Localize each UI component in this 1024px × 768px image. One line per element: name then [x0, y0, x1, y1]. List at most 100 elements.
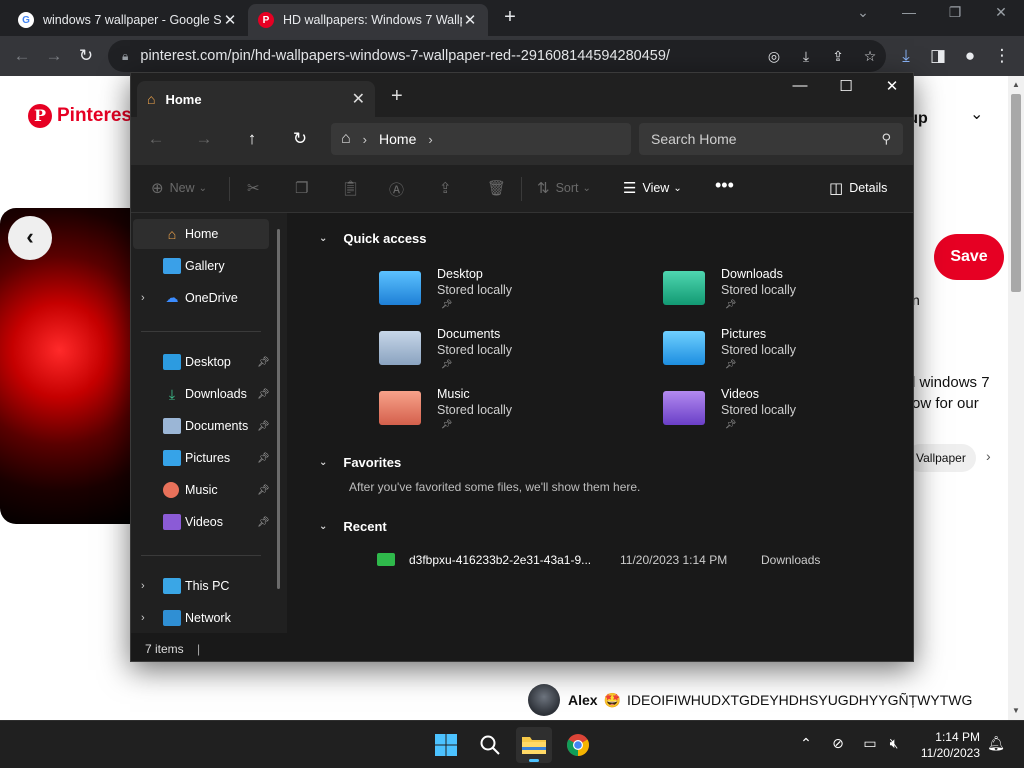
- up-icon[interactable]: ↑: [239, 129, 265, 149]
- new-tab-button[interactable]: +: [391, 85, 403, 108]
- explorer-tab-home[interactable]: ⌂ Home ✕: [137, 81, 375, 117]
- search-icon[interactable]: ⚲: [881, 131, 891, 147]
- tag-chip[interactable]: Vallpaper: [906, 444, 976, 472]
- quick-access-header[interactable]: ⌄ Quick access: [319, 231, 427, 246]
- volume-muted-icon[interactable]: 🔇︎: [884, 735, 904, 752]
- page-scrollbar[interactable]: ▲ ▼: [1008, 76, 1024, 720]
- quick-access-downloads[interactable]: Downloads Stored locally 📌︎: [663, 265, 903, 315]
- paste-icon[interactable]: 📋︎: [341, 179, 366, 197]
- address-bar[interactable]: 🔒︎ pinterest.com/pin/hd-wallpapers-windo…: [108, 40, 886, 72]
- url-text[interactable]: pinterest.com/pin/hd-wallpapers-windows-…: [140, 48, 758, 64]
- nav-item-music[interactable]: Music 📌︎: [133, 475, 270, 505]
- chrome-taskbar-button[interactable]: [560, 727, 596, 763]
- file-explorer-taskbar-button[interactable]: [516, 727, 552, 763]
- minimize-icon[interactable]: —: [777, 77, 823, 94]
- details-button[interactable]: ◫ Details: [829, 179, 887, 197]
- pin-icon[interactable]: 📌︎: [257, 517, 270, 528]
- pin-icon[interactable]: 📌︎: [257, 389, 270, 400]
- close-window-icon[interactable]: ✕: [869, 77, 913, 95]
- clock[interactable]: 1:14 PM 11/20/2023: [916, 729, 980, 761]
- pin-icon[interactable]: 📌︎: [257, 357, 270, 368]
- pin-icon[interactable]: 📌︎: [257, 453, 270, 464]
- quick-access-desktop[interactable]: Desktop Stored locally 📌︎: [379, 265, 619, 315]
- recent-file-row[interactable]: d3fbpxu-416233b2-2e31-43a1-9... 11/20/20…: [377, 551, 827, 571]
- back-arrow-button[interactable]: ‹: [8, 216, 52, 260]
- pinterest-logo[interactable]: P Pinterest: [28, 104, 138, 128]
- chevron-down-icon[interactable]: ⌄: [970, 104, 983, 124]
- chevron-right-icon[interactable]: ›: [141, 612, 145, 624]
- avatar[interactable]: [528, 684, 560, 716]
- close-window-icon[interactable]: ✕: [978, 4, 1024, 21]
- quick-access-videos[interactable]: Videos Stored locally 📌︎: [663, 385, 903, 435]
- nav-item-this-pc[interactable]: › This PC: [133, 571, 269, 601]
- forward-icon[interactable]: →: [42, 44, 66, 68]
- forward-icon[interactable]: →: [191, 129, 217, 149]
- back-icon[interactable]: ←: [143, 129, 169, 149]
- profile-icon[interactable]: ●: [958, 44, 982, 68]
- chevron-right-icon[interactable]: ›: [986, 448, 991, 464]
- nav-scrollbar[interactable]: [277, 229, 280, 589]
- search-box[interactable]: ⚲: [639, 123, 903, 155]
- pin-icon[interactable]: 📌︎: [257, 421, 270, 432]
- chevron-right-icon[interactable]: ›: [363, 132, 367, 147]
- network-off-icon[interactable]: ⊘: [828, 735, 848, 752]
- nav-item-pictures[interactable]: Pictures 📌︎: [133, 443, 270, 473]
- recent-header[interactable]: ⌄ Recent: [319, 519, 387, 534]
- google-lens-icon[interactable]: ◎: [758, 48, 790, 65]
- cut-icon[interactable]: ✂: [247, 179, 266, 197]
- display-icon[interactable]: ▭: [860, 735, 880, 752]
- scrollbar-thumb[interactable]: [1011, 94, 1021, 292]
- quick-access-documents[interactable]: Documents Stored locally 📌︎: [379, 325, 619, 375]
- share-icon[interactable]: ⇪: [822, 48, 854, 65]
- notification-bell-icon[interactable]: 🔔︎: [986, 735, 1006, 752]
- start-button[interactable]: [428, 727, 464, 763]
- nav-item-home[interactable]: ⌂ Home: [133, 219, 269, 249]
- nav-item-gallery[interactable]: Gallery: [133, 251, 269, 281]
- tab-search-chevron-icon[interactable]: ⌄: [840, 4, 886, 21]
- menu-kebab-icon[interactable]: ⋮: [990, 44, 1014, 68]
- comment-author[interactable]: Alex: [568, 692, 598, 708]
- pin-icon[interactable]: 📌︎: [257, 485, 270, 496]
- search-button[interactable]: [472, 727, 508, 763]
- nav-item-videos[interactable]: Videos 📌︎: [133, 507, 270, 537]
- chevron-right-icon[interactable]: ›: [428, 132, 432, 147]
- maximize-icon[interactable]: ☐: [823, 77, 869, 95]
- install-app-icon[interactable]: ⤓: [790, 48, 822, 65]
- close-tab-icon[interactable]: ✕: [352, 89, 365, 109]
- chrome-tab-google-search[interactable]: G windows 7 wallpaper - Google Se ✕: [8, 4, 248, 36]
- breadcrumb[interactable]: ⌂ › Home ›: [331, 123, 631, 155]
- new-tab-button[interactable]: +: [498, 6, 522, 29]
- nav-item-onedrive[interactable]: › ☁ OneDrive: [133, 283, 269, 313]
- close-tab-icon[interactable]: ✕: [222, 11, 238, 29]
- breadcrumb-home[interactable]: Home: [379, 131, 416, 147]
- sort-button[interactable]: ⇅ Sort ⌄: [537, 179, 591, 197]
- new-button[interactable]: ⊕ New ⌄: [151, 179, 207, 197]
- view-button[interactable]: ☰ View ⌄: [623, 179, 682, 197]
- favorites-header[interactable]: ⌄ Favorites: [319, 455, 401, 470]
- delete-icon[interactable]: 🗑︎: [487, 179, 512, 197]
- save-button[interactable]: Save: [934, 234, 1004, 280]
- minimize-icon[interactable]: —: [886, 4, 932, 20]
- share-icon[interactable]: ⇪: [439, 179, 458, 197]
- close-tab-icon[interactable]: ✕: [462, 11, 478, 29]
- copy-icon[interactable]: ❐: [295, 179, 314, 197]
- lock-icon[interactable]: 🔒︎: [122, 49, 128, 64]
- search-input[interactable]: [651, 131, 882, 147]
- nav-item-documents[interactable]: Documents 📌︎: [133, 411, 270, 441]
- show-hidden-icons-chevron-icon[interactable]: ⌃: [796, 735, 816, 752]
- nav-item-downloads[interactable]: ⤓ Downloads 📌︎: [133, 379, 270, 409]
- rename-icon[interactable]: Ⓐ: [389, 179, 410, 200]
- downloads-icon[interactable]: ⤓: [894, 44, 918, 68]
- chrome-tab-pinterest[interactable]: P HD wallpapers: Windows 7 Wallp ✕: [248, 4, 488, 36]
- chevron-right-icon[interactable]: ›: [141, 580, 145, 592]
- refresh-icon[interactable]: ↻: [287, 129, 313, 149]
- nav-item-network[interactable]: › Network: [133, 603, 269, 633]
- nav-item-desktop[interactable]: Desktop 📌︎: [133, 347, 270, 377]
- scroll-down-arrow-icon[interactable]: ▼: [1008, 706, 1024, 715]
- bookmark-star-icon[interactable]: ☆: [854, 48, 886, 65]
- side-panel-icon[interactable]: ◨: [926, 44, 950, 68]
- home-icon[interactable]: ⌂: [341, 130, 351, 148]
- quick-access-music[interactable]: Music Stored locally 📌︎: [379, 385, 619, 435]
- reload-icon[interactable]: ↻: [74, 44, 98, 68]
- back-icon[interactable]: ←: [10, 44, 34, 68]
